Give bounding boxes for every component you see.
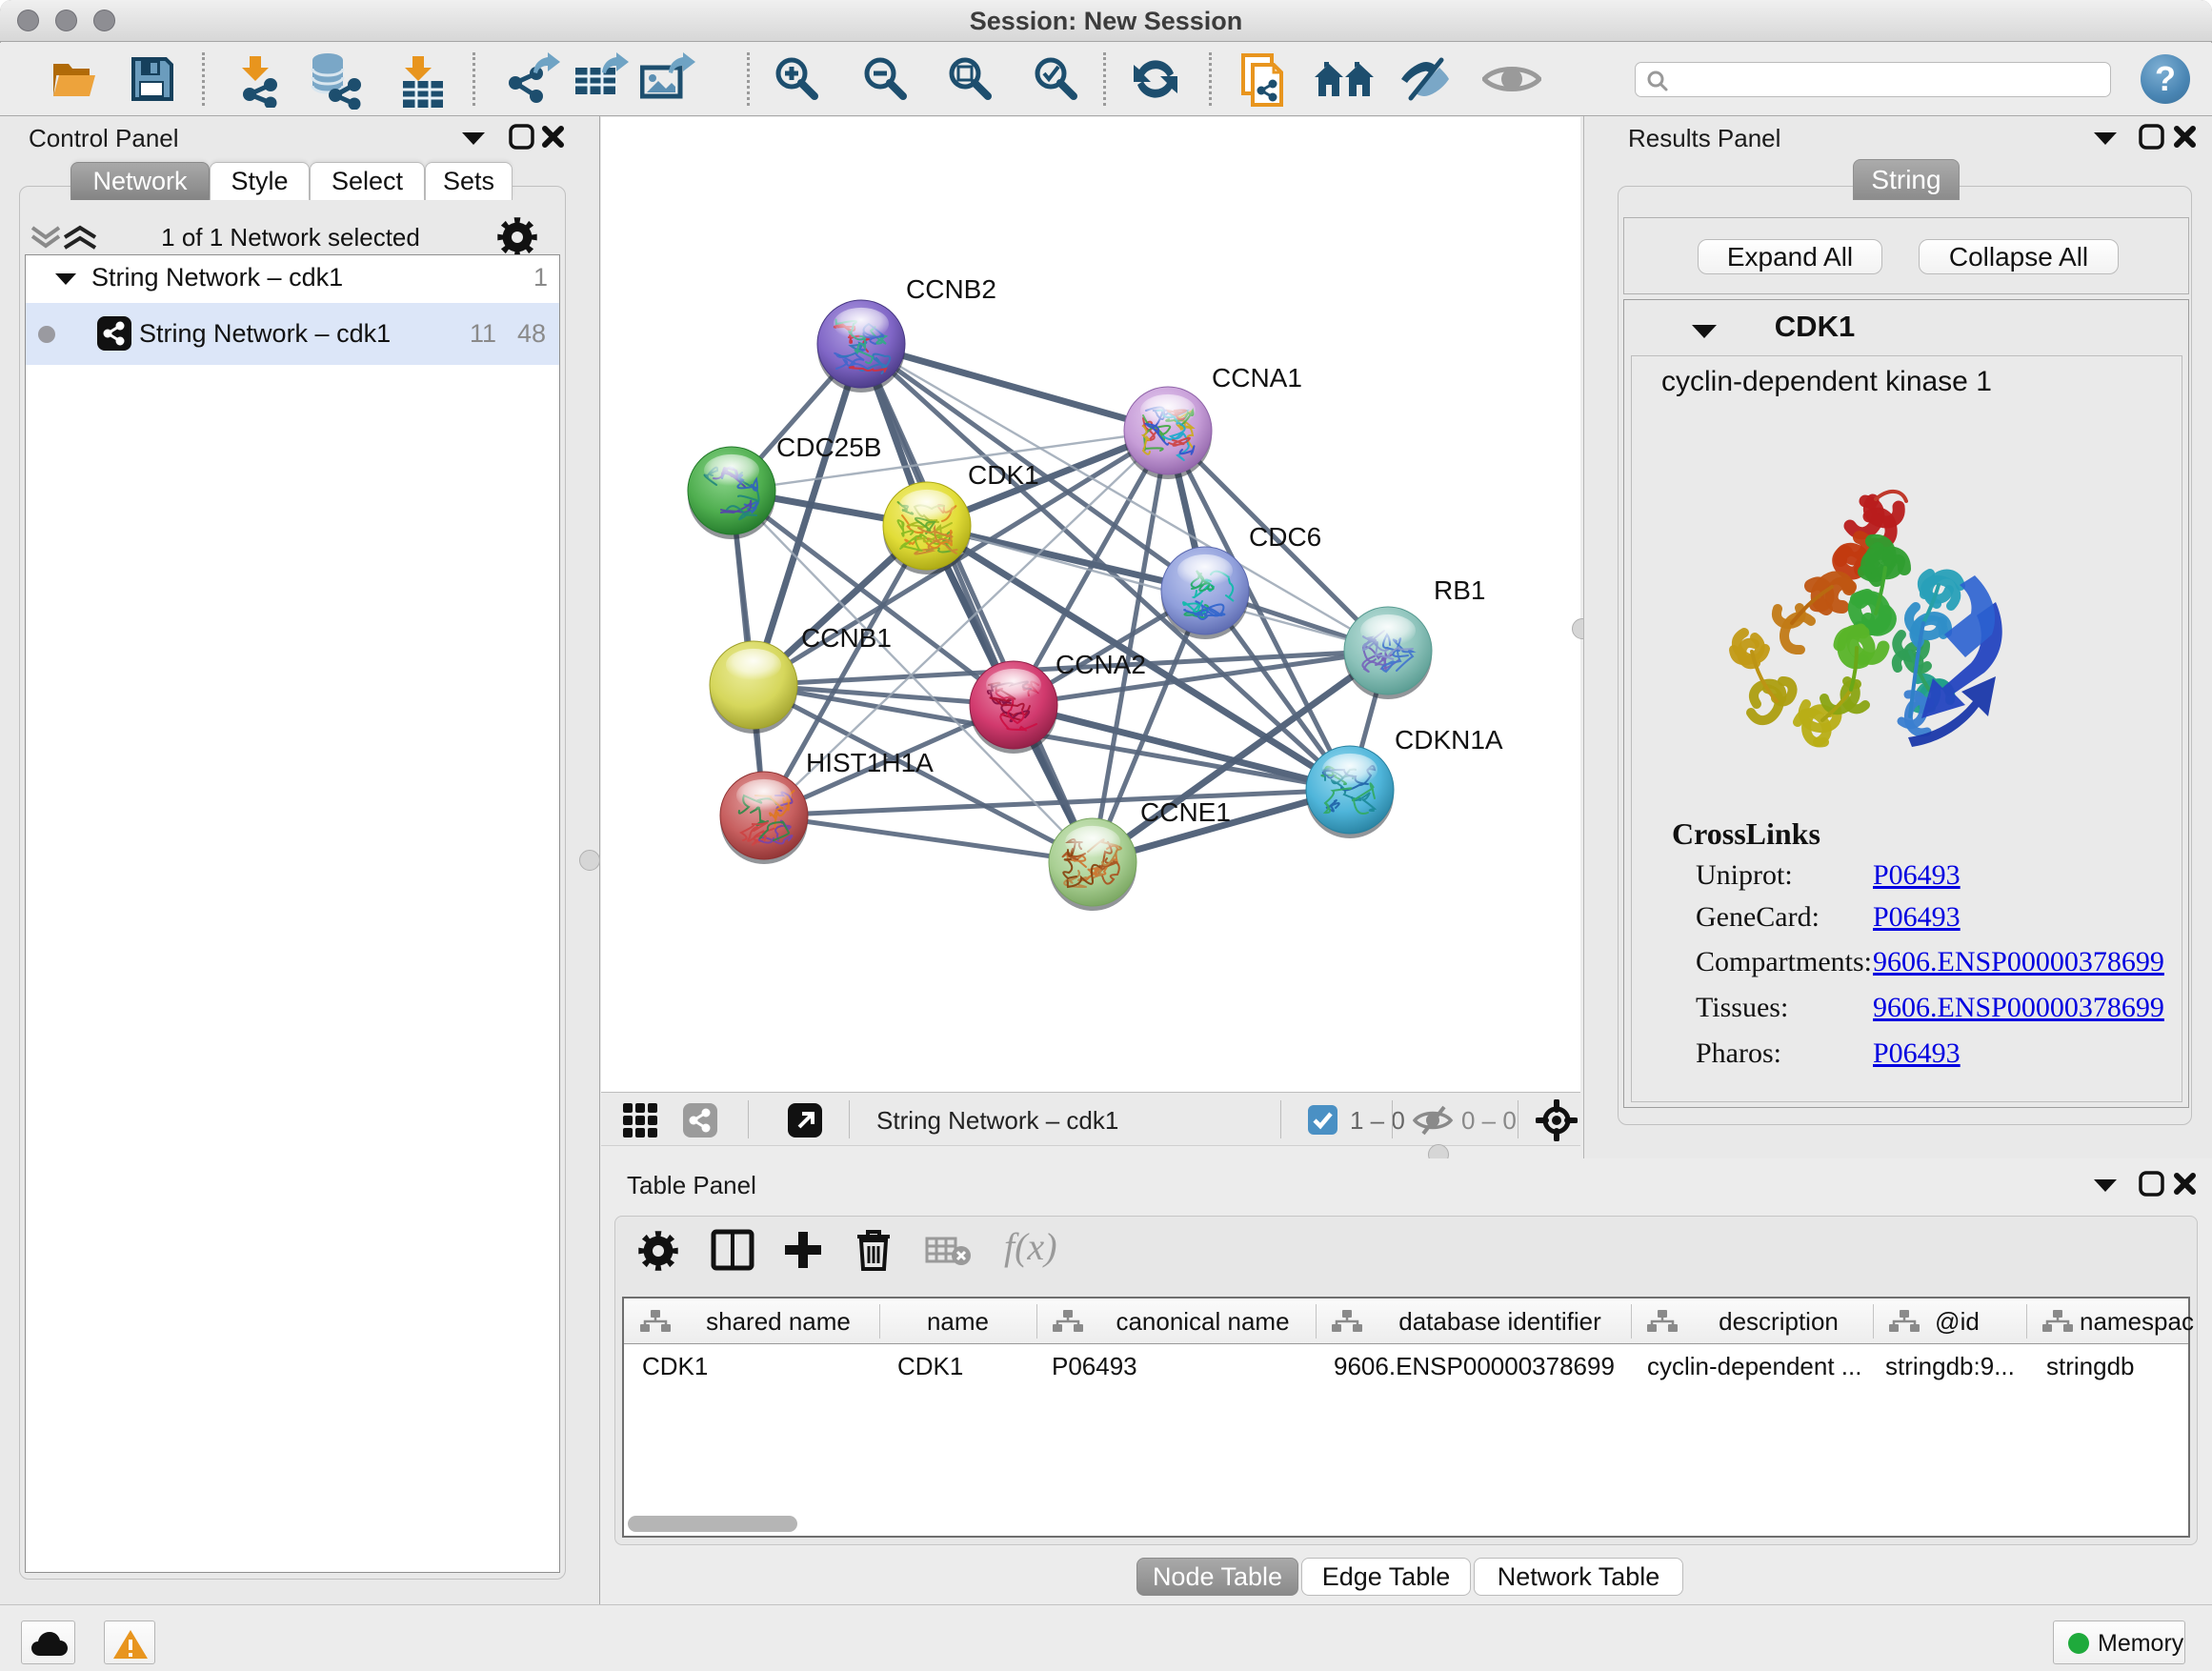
svg-text:CDK1: CDK1 bbox=[968, 460, 1039, 490]
svg-text:CDKN1A: CDKN1A bbox=[1395, 725, 1503, 755]
svg-text:CCNB2: CCNB2 bbox=[906, 274, 996, 304]
svg-text:CCNA1: CCNA1 bbox=[1212, 363, 1302, 393]
svg-text:RB1: RB1 bbox=[1434, 575, 1485, 605]
svg-text:CDC25B: CDC25B bbox=[776, 433, 881, 462]
svg-text:?: ? bbox=[2155, 59, 2176, 98]
svg-text:HIST1H1A: HIST1H1A bbox=[806, 748, 934, 777]
svg-text:CCNB1: CCNB1 bbox=[801, 623, 892, 653]
svg-text:CCNA2: CCNA2 bbox=[1056, 650, 1146, 679]
svg-text:CDC6: CDC6 bbox=[1249, 522, 1321, 552]
svg-text:CCNE1: CCNE1 bbox=[1140, 797, 1231, 827]
